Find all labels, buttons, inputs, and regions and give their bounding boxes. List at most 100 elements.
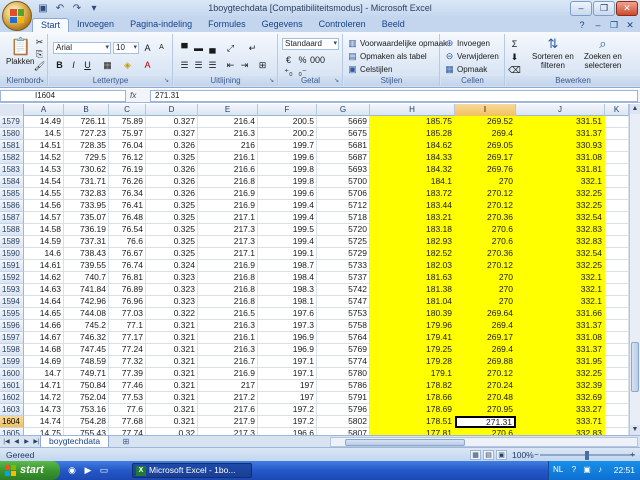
cell[interactable]: 332.25 bbox=[516, 200, 605, 212]
cell[interactable]: 75.89 bbox=[109, 116, 146, 128]
fill-color-icon[interactable]: ◈ bbox=[121, 59, 134, 71]
cell[interactable]: 76.89 bbox=[109, 284, 146, 296]
cell[interactable]: 5693 bbox=[317, 164, 370, 176]
cell[interactable]: 270 bbox=[455, 272, 516, 284]
row-header[interactable]: 1602 bbox=[0, 392, 24, 404]
cell[interactable]: 199.8 bbox=[258, 176, 317, 188]
cell[interactable]: 754.28 bbox=[64, 416, 109, 428]
cell[interactable]: 749.71 bbox=[64, 368, 109, 380]
row-header[interactable]: 1604 bbox=[0, 416, 24, 428]
cell[interactable]: 332.83 bbox=[516, 236, 605, 248]
paste-button[interactable]: 📋 Plakken bbox=[6, 37, 34, 66]
cell[interactable]: 744.08 bbox=[64, 308, 109, 320]
cell[interactable]: 216.9 bbox=[198, 200, 258, 212]
cell[interactable]: 185.75 bbox=[370, 116, 455, 128]
cell[interactable]: 199.6 bbox=[258, 188, 317, 200]
horizontal-scroll-thumb[interactable] bbox=[345, 439, 465, 446]
cell[interactable]: 270.12 bbox=[455, 368, 516, 380]
cell[interactable]: 269.4 bbox=[455, 320, 516, 332]
cell[interactable]: 0.321 bbox=[146, 380, 198, 392]
cell[interactable]: 331.08 bbox=[516, 152, 605, 164]
help-icon[interactable]: ? bbox=[576, 19, 588, 31]
cell[interactable] bbox=[605, 296, 629, 308]
cell[interactable]: 5729 bbox=[317, 248, 370, 260]
cell[interactable] bbox=[605, 380, 629, 392]
cell[interactable]: 217.9 bbox=[198, 416, 258, 428]
wrap-text-icon[interactable]: ↵ bbox=[246, 42, 259, 54]
ribbon-restore-icon[interactable]: ❐ bbox=[608, 19, 620, 31]
scroll-up-icon[interactable]: ▲ bbox=[630, 104, 640, 114]
row-header[interactable]: 1592 bbox=[0, 272, 24, 284]
align-bottom-icon[interactable]: ▄ bbox=[206, 42, 219, 54]
cell[interactable] bbox=[605, 308, 629, 320]
maximize-button[interactable]: ❐ bbox=[593, 1, 615, 16]
cell[interactable]: 332.54 bbox=[516, 212, 605, 224]
row-header[interactable]: 1590 bbox=[0, 248, 24, 260]
cell[interactable]: 183.44 bbox=[370, 200, 455, 212]
cell[interactable]: 732.83 bbox=[64, 188, 109, 200]
sort-filter-button[interactable]: ⇅ Sorteren en filteren bbox=[532, 36, 574, 70]
horizontal-scrollbar[interactable] bbox=[330, 437, 638, 447]
cell[interactable]: 5742 bbox=[317, 284, 370, 296]
active-cell[interactable]: 271.31 bbox=[455, 416, 516, 428]
align-left-icon[interactable]: ☰ bbox=[178, 59, 191, 71]
cell[interactable]: 730.62 bbox=[64, 164, 109, 176]
cell[interactable]: 217.1 bbox=[198, 212, 258, 224]
cell[interactable]: 332.69 bbox=[516, 392, 605, 404]
cell[interactable]: 331.37 bbox=[516, 320, 605, 332]
cell[interactable]: 14.55 bbox=[24, 188, 64, 200]
cell[interactable]: 76.67 bbox=[109, 248, 146, 260]
cell[interactable]: 5733 bbox=[317, 260, 370, 272]
lettertype-dialog-icon[interactable]: ↘ bbox=[164, 78, 171, 85]
cell[interactable]: 182.93 bbox=[370, 236, 455, 248]
normal-view-icon[interactable]: ▦ bbox=[470, 450, 481, 460]
cell[interactable]: 217.3 bbox=[198, 224, 258, 236]
cell[interactable] bbox=[605, 248, 629, 260]
cell[interactable]: 5780 bbox=[317, 368, 370, 380]
cell[interactable]: 76.41 bbox=[109, 200, 146, 212]
cell[interactable]: 76.26 bbox=[109, 176, 146, 188]
cell[interactable]: 216.1 bbox=[198, 152, 258, 164]
tab-controleren[interactable]: Controleren bbox=[311, 18, 374, 32]
column-header-i[interactable]: I bbox=[455, 104, 516, 116]
cell[interactable]: 333.27 bbox=[516, 404, 605, 416]
thousands-icon[interactable]: 000 bbox=[310, 54, 325, 66]
cell[interactable]: 0.326 bbox=[146, 164, 198, 176]
scroll-down-icon[interactable]: ▼ bbox=[630, 425, 640, 435]
cell[interactable]: 0.321 bbox=[146, 356, 198, 368]
cell[interactable]: 5802 bbox=[317, 416, 370, 428]
cell[interactable] bbox=[605, 368, 629, 380]
percent-icon[interactable]: % bbox=[296, 54, 309, 66]
cell[interactable]: 735.07 bbox=[64, 212, 109, 224]
cell[interactable]: 0.321 bbox=[146, 416, 198, 428]
cell[interactable]: 217.3 bbox=[198, 236, 258, 248]
cell[interactable]: 14.56 bbox=[24, 200, 64, 212]
cell[interactable]: 76.96 bbox=[109, 296, 146, 308]
cell[interactable]: 269.64 bbox=[455, 308, 516, 320]
cell[interactable]: 14.69 bbox=[24, 356, 64, 368]
cell[interactable]: 0.327 bbox=[146, 128, 198, 140]
zoom-level[interactable]: 100% bbox=[512, 450, 534, 460]
cell[interactable]: 5725 bbox=[317, 236, 370, 248]
cell[interactable]: 737.31 bbox=[64, 236, 109, 248]
cell[interactable]: 184.32 bbox=[370, 164, 455, 176]
cell[interactable]: 736.19 bbox=[64, 224, 109, 236]
cell[interactable]: 5687 bbox=[317, 152, 370, 164]
cell[interactable]: 14.71 bbox=[24, 380, 64, 392]
cell[interactable]: 184.62 bbox=[370, 140, 455, 152]
cell[interactable]: 14.61 bbox=[24, 260, 64, 272]
cell[interactable] bbox=[605, 212, 629, 224]
cell[interactable]: 14.74 bbox=[24, 416, 64, 428]
cell[interactable]: 199.4 bbox=[258, 236, 317, 248]
cell[interactable]: 269.17 bbox=[455, 332, 516, 344]
row-header[interactable]: 1586 bbox=[0, 200, 24, 212]
browser-icon[interactable]: ◉ bbox=[66, 464, 78, 476]
cut-icon[interactable]: ✂ bbox=[33, 36, 46, 48]
cell[interactable]: 752.04 bbox=[64, 392, 109, 404]
cell[interactable]: 217.6 bbox=[198, 404, 258, 416]
cell[interactable]: 14.5 bbox=[24, 128, 64, 140]
cell[interactable]: 332.83 bbox=[516, 224, 605, 236]
desktop-icon[interactable]: ▭ bbox=[98, 464, 110, 476]
cell[interactable]: 77.6 bbox=[109, 404, 146, 416]
cell[interactable]: 0.327 bbox=[146, 116, 198, 128]
